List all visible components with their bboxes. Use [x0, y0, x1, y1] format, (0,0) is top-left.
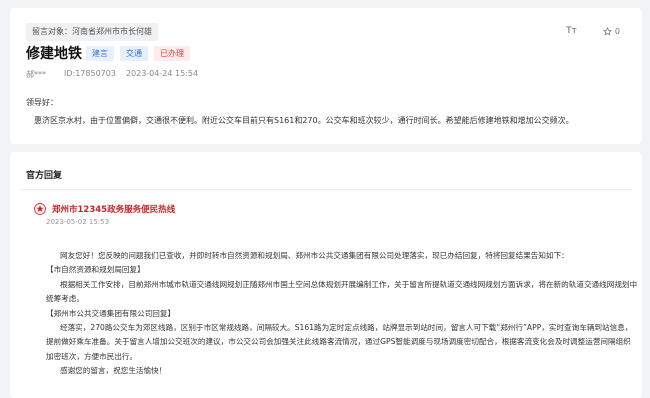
reply-paragraph: 网友您好！您反映的问题我们已查收，并即时转市自然资源和规划局、郑州市公共交通集团… — [60, 251, 569, 260]
star-icon — [602, 26, 612, 35]
like-count: 0 — [614, 26, 620, 36]
reply-date: 2023-05-02 15:53 — [46, 218, 110, 226]
reply-paragraph: 根据相关工作安排，目前郑州市城市轨道交通线网规划正随郑州市国土空间总体规划开展编… — [46, 279, 638, 304]
message-title: 修建地铁 — [26, 46, 82, 62]
font-size-icon: Tт — [566, 26, 577, 36]
message-meta: 郝*** ID:17850703 2023-04-24 15:54 — [26, 69, 198, 80]
tag-traffic: 交通 — [120, 46, 148, 61]
message-target: 留言对象：河南省郑州市市长何雄 — [26, 23, 158, 41]
message-id: ID:17850703 — [64, 69, 116, 78]
reply-header: 郑州市12345政务服务便民热线 — [34, 203, 175, 215]
reply-body: 网友您好！您反映的问题我们已查收，并即时转市自然资源和规划局、郑州市公共交通集团… — [46, 249, 638, 379]
message-content: 惠济区京水村，由于位置偏僻，交通很不便利。附近公交车目前只有S161和270。公… — [34, 116, 574, 125]
reply-closing: 感谢您的留言，祝您生活愉快！ — [60, 366, 167, 376]
message-tags: 建言 交通 已办理 — [86, 46, 190, 61]
message-toolbar: Tт 0 — [566, 26, 620, 36]
message-datetime: 2023-04-24 15:54 — [125, 69, 199, 78]
like-button[interactable]: 0 — [602, 26, 620, 36]
message-greeting: 领导好： — [26, 98, 58, 107]
tag-suggestion: 建言 — [86, 46, 114, 61]
message-user: 郝*** — [26, 70, 46, 79]
message-card: 留言对象：河南省郑州市市长何雄 修建地铁 建言 交通 已办理 Tт 0 郝***… — [10, 8, 642, 144]
hotline-logo-icon — [34, 203, 46, 215]
reply-section-title: 官方回复 — [26, 171, 63, 181]
font-size-button[interactable]: Tт — [566, 26, 577, 36]
reply-paragraph: 经落实，270路公交车为郊区线路，区别于市区常规线路，间隔较大。S161路为定时… — [46, 323, 633, 361]
reply-subheading: 【郑州市公共交通集团有限公司回复】 — [46, 308, 176, 318]
reply-subheading: 【市自然资源和规划局回复】 — [46, 265, 145, 275]
reply-card: 官方回复 郑州市12345政务服务便民热线 2023-05-02 15:53 网… — [10, 152, 642, 398]
tag-status-handled: 已办理 — [154, 46, 190, 61]
divider — [20, 189, 632, 190]
reply-organization: 郑州市12345政务服务便民热线 — [52, 205, 176, 215]
